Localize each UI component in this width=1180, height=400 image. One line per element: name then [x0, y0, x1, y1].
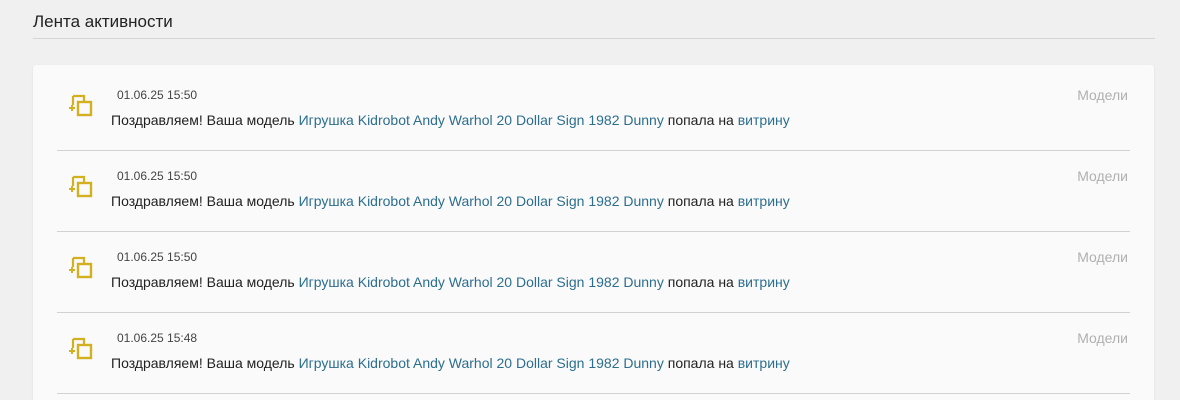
feed-item-message: Поздравляем! Ваша модель Игрушка Kidrobo…	[111, 274, 790, 290]
model-link[interactable]: Игрушка Kidrobot Andy Warhol 20 Dollar S…	[299, 355, 664, 371]
feed-item-time: 01.06.25 15:50	[117, 250, 198, 264]
feed-item-category: Модели	[1077, 168, 1128, 184]
model-showcase-icon	[69, 94, 93, 117]
feed-item-message: Поздравляем! Ваша модель Игрушка Kidrobo…	[111, 112, 790, 128]
feed-item-category: Модели	[1077, 87, 1128, 103]
message-middle: попала на	[667, 355, 734, 371]
showcase-link[interactable]: витрину	[738, 274, 790, 290]
feed-item-category: Модели	[1077, 249, 1128, 265]
showcase-link[interactable]: витрину	[738, 112, 790, 128]
feed-item-message: Поздравляем! Ваша модель Игрушка Kidrobo…	[111, 193, 790, 209]
activity-feed-page: Лента активности 01.06.25 15:50 Модели П…	[0, 0, 1180, 400]
feed-item-message: Поздравляем! Ваша модель Игрушка Kidrobo…	[111, 355, 790, 371]
message-prefix: Поздравляем! Ваша модель	[111, 112, 295, 128]
message-prefix: Поздравляем! Ваша модель	[111, 274, 295, 290]
showcase-link[interactable]: витрину	[738, 355, 790, 371]
feed-item-time: 01.06.25 15:50	[117, 88, 198, 102]
feed-item: 01.06.25 15:50 Модели Поздравляем! Ваша …	[57, 70, 1130, 151]
activity-feed-list: 01.06.25 15:50 Модели Поздравляем! Ваша …	[57, 70, 1130, 394]
model-link[interactable]: Игрушка Kidrobot Andy Warhol 20 Dollar S…	[299, 112, 664, 128]
feed-item: 01.06.25 15:50 Модели Поздравляем! Ваша …	[57, 151, 1130, 232]
message-prefix: Поздравляем! Ваша модель	[111, 355, 295, 371]
page-header: Лента активности	[33, 0, 1155, 39]
feed-item: 01.06.25 15:50 Модели Поздравляем! Ваша …	[57, 232, 1130, 313]
message-prefix: Поздравляем! Ваша модель	[111, 193, 295, 209]
feed-item: 01.06.25 15:48 Модели Поздравляем! Ваша …	[57, 313, 1130, 394]
model-showcase-icon	[69, 256, 93, 279]
model-showcase-icon	[69, 175, 93, 198]
message-middle: попала на	[667, 193, 734, 209]
showcase-link[interactable]: витрину	[738, 193, 790, 209]
feed-item-time: 01.06.25 15:50	[117, 169, 198, 183]
model-link[interactable]: Игрушка Kidrobot Andy Warhol 20 Dollar S…	[299, 193, 664, 209]
message-middle: попала на	[667, 274, 734, 290]
model-link[interactable]: Игрушка Kidrobot Andy Warhol 20 Dollar S…	[299, 274, 664, 290]
message-middle: попала на	[667, 112, 734, 128]
feed-item-category: Модели	[1077, 330, 1128, 346]
page-title: Лента активности	[33, 12, 173, 31]
feed-item-time: 01.06.25 15:48	[117, 331, 198, 345]
model-showcase-icon	[69, 337, 93, 360]
activity-feed-card: 01.06.25 15:50 Модели Поздравляем! Ваша …	[33, 65, 1154, 400]
